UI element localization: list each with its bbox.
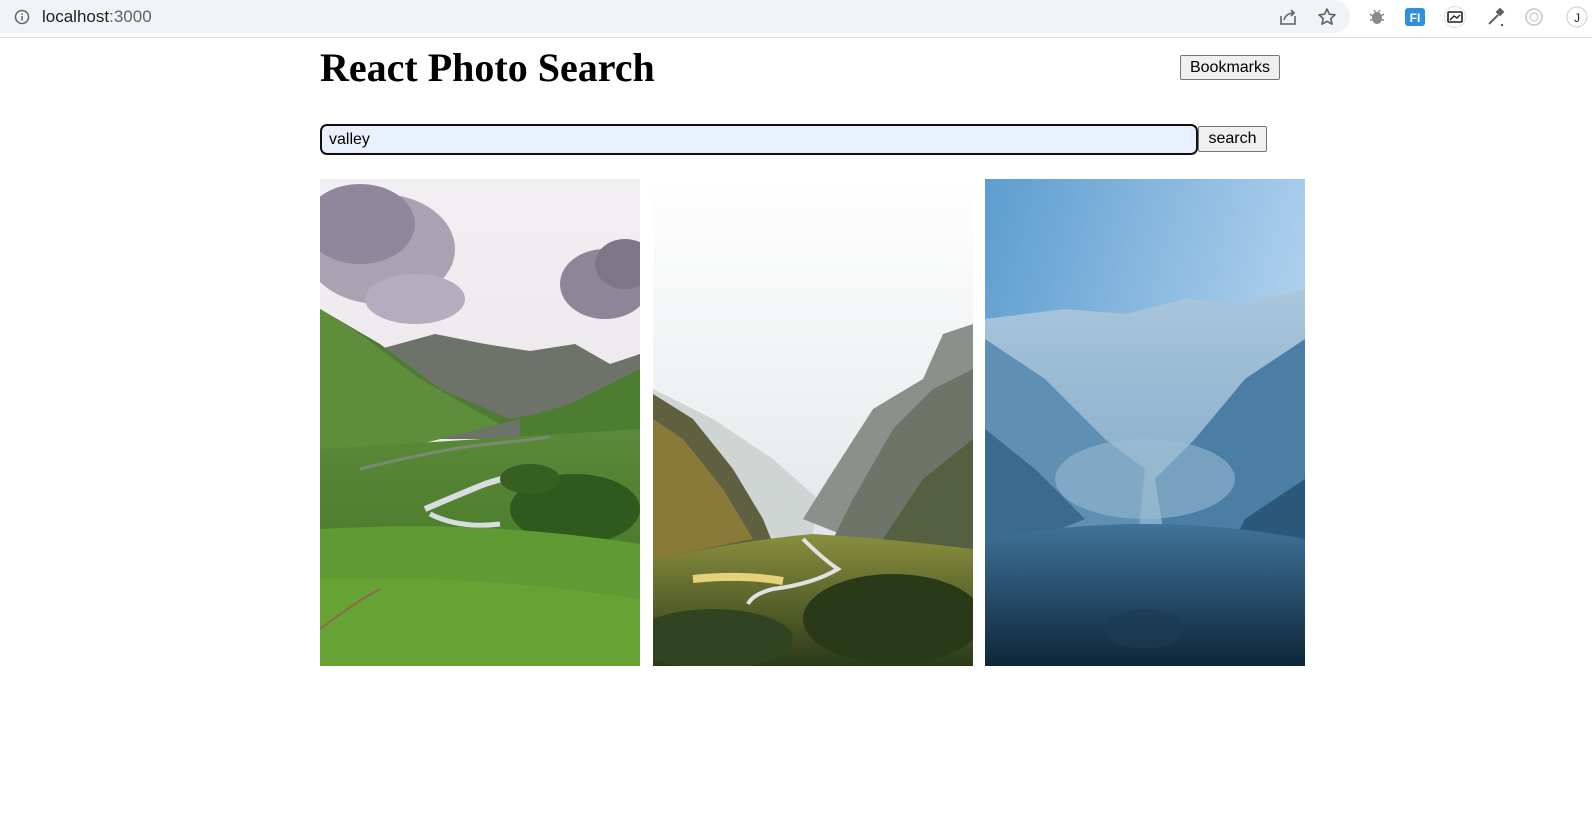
search-input[interactable]: [320, 124, 1198, 155]
photo-green-valley-image: [320, 179, 640, 666]
profile-icon[interactable]: J: [1561, 6, 1592, 28]
eyedropper-extension-icon[interactable]: [1484, 6, 1506, 28]
search-button[interactable]: search: [1198, 126, 1267, 152]
share-icon[interactable]: [1277, 6, 1299, 28]
photo-canyon-valley[interactable]: [653, 179, 973, 666]
browser-toolbar: localhost:3000 FI J: [0, 0, 1592, 38]
bug-extension-icon[interactable]: [1366, 6, 1388, 28]
photo-canyon-valley-image: [653, 179, 973, 666]
url-port: :3000: [109, 7, 152, 26]
url-host: localhost: [42, 7, 110, 26]
bookmarks-button[interactable]: Bookmarks: [1180, 55, 1280, 80]
page-title: React Photo Search: [320, 45, 655, 90]
photo-green-valley[interactable]: [320, 179, 640, 666]
svg-text:J: J: [1574, 11, 1580, 25]
star-icon[interactable]: [1316, 6, 1338, 28]
info-icon[interactable]: [14, 9, 30, 25]
address-bar[interactable]: localhost:3000: [0, 0, 1350, 33]
circle-extension-icon[interactable]: [1523, 6, 1545, 28]
svg-text:FI: FI: [1410, 11, 1421, 25]
fi-extension-icon[interactable]: FI: [1404, 6, 1426, 28]
photo-misty-valley-image: [985, 179, 1305, 666]
url-text[interactable]: localhost:3000: [42, 7, 152, 27]
photo-misty-valley[interactable]: [985, 179, 1305, 666]
screen-extension-icon[interactable]: [1444, 6, 1466, 28]
